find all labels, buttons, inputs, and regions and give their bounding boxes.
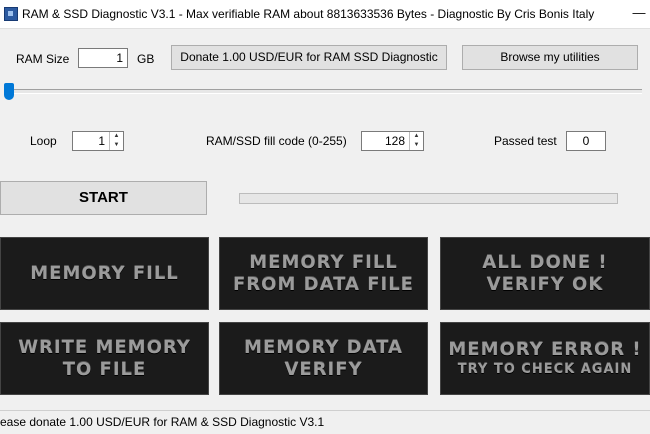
tile-line2: TRY TO CHECK AGAIN <box>457 361 633 377</box>
start-button[interactable]: START <box>0 181 207 215</box>
loop-label: Loop <box>30 134 57 148</box>
progress-bar <box>239 193 618 204</box>
tile-line2: VERIFY <box>284 358 363 380</box>
tile-line2: TO FILE <box>62 358 147 380</box>
memory-error-indicator: MEMORY ERROR ! TRY TO CHECK AGAIN <box>440 322 650 395</box>
ram-size-slider-track[interactable] <box>8 89 642 94</box>
all-done-indicator: ALL DONE ! VERIFY OK <box>440 237 650 310</box>
memory-fill-from-file-button[interactable]: MEMORY FILL FROM DATA FILE <box>219 237 428 310</box>
donate-button[interactable]: Donate 1.00 USD/EUR for RAM SSD Diagnost… <box>171 45 447 70</box>
spin-up-icon[interactable]: ▲ <box>110 132 123 141</box>
status-bar: ease donate 1.00 USD/EUR for RAM & SSD D… <box>0 410 650 434</box>
passed-test-label: Passed test <box>494 134 557 148</box>
fill-code-label: RAM/SSD fill code (0-255) <box>206 134 347 148</box>
ram-size-slider-thumb[interactable] <box>4 83 14 100</box>
loop-spinner[interactable]: ▲ ▼ <box>109 132 123 150</box>
browse-utilities-button[interactable]: Browse my utilities <box>462 45 638 70</box>
minimize-button[interactable]: — <box>628 6 650 22</box>
memory-data-verify-button[interactable]: MEMORY DATA VERIFY <box>219 322 428 395</box>
tile-line1: WRITE MEMORY <box>18 336 191 358</box>
fill-code-spinner[interactable]: ▲ ▼ <box>409 132 423 150</box>
tile-line2: VERIFY OK <box>486 273 604 295</box>
tile-line1: MEMORY DATA <box>244 336 403 358</box>
app-icon <box>4 7 18 21</box>
tile-line2: FROM DATA FILE <box>233 273 414 295</box>
ram-unit-label: GB <box>137 52 155 66</box>
ram-size-input[interactable]: 1 <box>78 48 128 68</box>
passed-test-value: 0 <box>566 131 606 151</box>
tile-line1: MEMORY FILL <box>30 262 179 284</box>
title-bar: RAM & SSD Diagnostic V3.1 - Max verifiab… <box>0 0 650 29</box>
window-title: RAM & SSD Diagnostic V3.1 - Max verifiab… <box>22 7 595 21</box>
tile-line1: MEMORY FILL <box>249 251 398 273</box>
ram-size-label: RAM Size <box>16 52 70 66</box>
memory-fill-button[interactable]: MEMORY FILL <box>0 237 209 310</box>
tile-line1: MEMORY ERROR ! <box>448 338 642 360</box>
spin-up-icon[interactable]: ▲ <box>410 132 423 141</box>
spin-down-icon[interactable]: ▼ <box>410 141 423 150</box>
tile-line1: ALL DONE ! <box>482 251 608 273</box>
write-memory-to-file-button[interactable]: WRITE MEMORY TO FILE <box>0 322 209 395</box>
status-text: ease donate 1.00 USD/EUR for RAM & SSD D… <box>0 415 325 429</box>
spin-down-icon[interactable]: ▼ <box>110 141 123 150</box>
